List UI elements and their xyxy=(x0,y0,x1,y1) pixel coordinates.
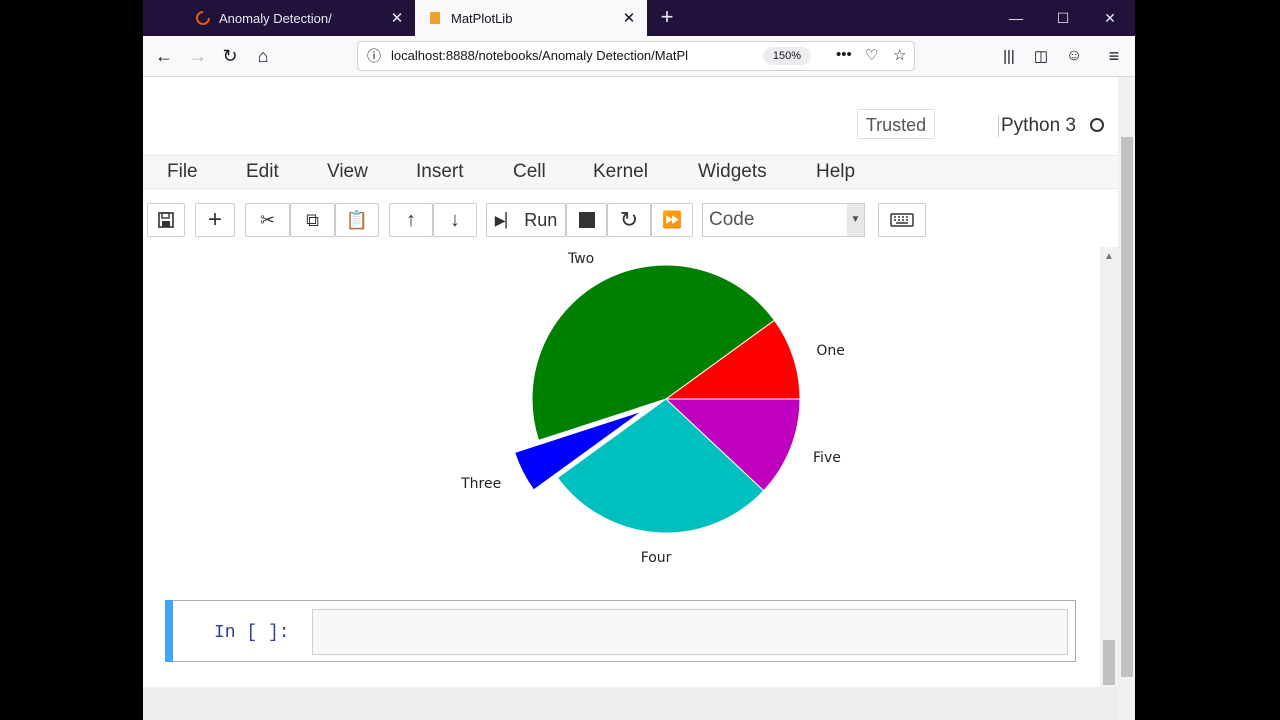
code-cell[interactable]: In [ ]: xyxy=(165,600,1076,662)
more-actions-icon[interactable]: ••• xyxy=(836,46,852,63)
navigation-bar: ← → ↻ ⌂ ⓘ localhost:8888/notebooks/Anoma… xyxy=(143,36,1135,77)
fast-forward-icon[interactable]: ⏩ xyxy=(651,203,693,237)
tab-anomaly-detection[interactable]: Anomaly Detection/ ✕ xyxy=(183,0,415,36)
code-input[interactable] xyxy=(312,609,1068,655)
info-icon[interactable]: ⓘ xyxy=(367,46,381,66)
notebook-toolbar: + ✂ ⧉ 📋 ↑ ↓ ▶▏ Run ↻ ⏩ Code ▼ xyxy=(143,197,1118,245)
jupyter-header: Trusted Python 3 File Edit View Insert C… xyxy=(143,77,1135,247)
paste-icon[interactable]: 📋 xyxy=(335,203,379,237)
cell-type-select[interactable]: Code ▼ xyxy=(702,203,865,237)
browser-window: Anomaly Detection/ ✕ MatPlotLib ✕ + — ☐ … xyxy=(143,0,1135,720)
menu-widgets[interactable]: Widgets xyxy=(698,161,767,183)
back-icon[interactable]: ← xyxy=(151,44,177,68)
forward-icon[interactable]: → xyxy=(185,44,211,68)
page-bottom xyxy=(143,687,1118,720)
loading-spinner-icon xyxy=(195,10,211,26)
kernel-status-icon xyxy=(1090,118,1104,132)
cell-selection-bar xyxy=(165,600,173,662)
pocket-icon[interactable]: ♡ xyxy=(865,46,878,64)
add-cell-icon[interactable]: + xyxy=(195,203,235,237)
tab-matplotlib[interactable]: MatPlotLib ✕ xyxy=(415,0,647,36)
cell-type-value: Code xyxy=(709,209,755,230)
account-icon[interactable]: ☺ xyxy=(1061,44,1087,68)
bookmark-star-icon[interactable]: ☆ xyxy=(893,46,906,64)
run-button[interactable]: ▶▏ Run xyxy=(486,203,566,237)
keyboard-icon[interactable] xyxy=(878,203,926,237)
home-icon[interactable]: ⌂ xyxy=(250,44,276,68)
menu-view[interactable]: View xyxy=(327,161,368,183)
move-up-icon[interactable]: ↑ xyxy=(389,203,433,237)
restart-icon[interactable]: ↻ xyxy=(607,203,651,237)
maximize-button[interactable]: ☐ xyxy=(1040,0,1086,36)
notebook-scrollbar[interactable]: ▲ xyxy=(1100,247,1118,687)
pie-label-three: Three xyxy=(460,476,501,492)
stop-icon[interactable] xyxy=(566,203,607,237)
minimize-button[interactable]: — xyxy=(993,0,1039,36)
run-label: Run xyxy=(524,209,558,230)
sidebar-icon[interactable]: ◫ xyxy=(1028,44,1054,68)
menu-help[interactable]: Help xyxy=(816,161,855,183)
menu-cell[interactable]: Cell xyxy=(513,161,546,183)
notebook-icon xyxy=(427,10,443,26)
notebook-area: One Two Three Four Five In [ ]: ▲ xyxy=(143,247,1118,687)
page-scrollbar[interactable] xyxy=(1118,77,1135,720)
cut-icon[interactable]: ✂ xyxy=(245,203,290,237)
trusted-indicator[interactable]: Trusted xyxy=(857,109,935,139)
pie-label-two: Two xyxy=(567,251,594,267)
menu-file[interactable]: File xyxy=(167,161,198,183)
pie-chart: One Two Three Four Five xyxy=(460,251,845,566)
close-window-button[interactable]: ✕ xyxy=(1087,0,1133,36)
pie-label-four: Four xyxy=(641,550,672,566)
menu-icon[interactable]: ≡ xyxy=(1101,44,1127,68)
menu-insert[interactable]: Insert xyxy=(416,161,464,183)
run-icon: ▶▏ xyxy=(494,211,517,228)
menu-bar: File Edit View Insert Cell Kernel Widget… xyxy=(143,155,1118,189)
notebook-scroll-thumb[interactable] xyxy=(1103,640,1115,685)
menu-kernel[interactable]: Kernel xyxy=(593,161,648,183)
reload-icon[interactable]: ↻ xyxy=(217,44,243,68)
scroll-up-icon[interactable]: ▲ xyxy=(1104,251,1114,262)
new-tab-button[interactable]: + xyxy=(655,6,679,30)
menu-edit[interactable]: Edit xyxy=(246,161,279,183)
pie-label-five: Five xyxy=(813,450,841,466)
close-icon[interactable]: ✕ xyxy=(617,9,641,27)
chevron-down-icon: ▼ xyxy=(847,204,864,236)
cell-prompt: In [ ]: xyxy=(214,623,290,643)
pie-label-one: One xyxy=(816,343,845,359)
tab-bar: Anomaly Detection/ ✕ MatPlotLib ✕ + — ☐ … xyxy=(143,0,1135,36)
tab-title: MatPlotLib xyxy=(451,10,513,26)
copy-icon[interactable]: ⧉ xyxy=(290,203,335,237)
page-scroll-thumb[interactable] xyxy=(1121,137,1133,677)
url-text: localhost:8888/notebooks/Anomaly Detecti… xyxy=(391,48,689,63)
close-icon[interactable]: ✕ xyxy=(385,9,409,27)
address-bar[interactable]: ⓘ localhost:8888/notebooks/Anomaly Detec… xyxy=(357,41,915,71)
library-icon[interactable]: ||| xyxy=(996,44,1022,68)
save-icon[interactable] xyxy=(147,203,185,237)
kernel-name: Python 3 xyxy=(998,115,1076,137)
tab-title: Anomaly Detection/ xyxy=(219,10,332,26)
move-down-icon[interactable]: ↓ xyxy=(433,203,477,237)
zoom-level[interactable]: 150% xyxy=(763,47,811,65)
